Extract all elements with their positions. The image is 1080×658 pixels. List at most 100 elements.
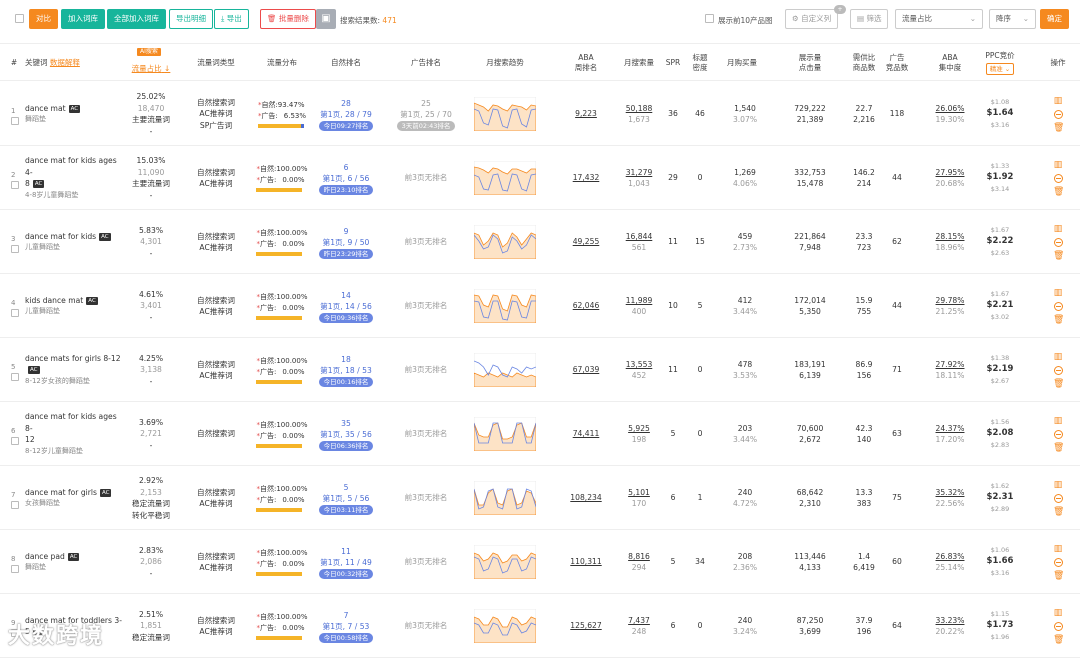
col-traffic-share[interactable]: 流量占比 ↓ [122, 44, 180, 81]
row-checkbox[interactable] [11, 437, 19, 445]
row-checkbox[interactable] [11, 117, 19, 125]
monthly-search[interactable]: 50,188 [626, 103, 653, 115]
show-top10-checkbox[interactable] [705, 14, 714, 23]
data-explain-link[interactable]: 数据解释 [50, 58, 80, 67]
aba-concentration[interactable]: 27.92% [936, 359, 965, 371]
row-checkbox[interactable] [11, 309, 19, 317]
confirm-button[interactable]: 确定 [1040, 9, 1069, 29]
keyword-text[interactable]: dance mat for girls AC [25, 487, 112, 499]
batch-delete-button[interactable]: 🗑 批量删除 [260, 9, 316, 29]
aba-rank[interactable]: 125,627 [570, 620, 601, 632]
ppc-mode-select[interactable]: 精准 ⌄ [985, 62, 1015, 75]
trash-icon[interactable]: 🗑 [1053, 571, 1064, 581]
remove-icon[interactable] [1053, 237, 1063, 247]
trash-icon[interactable]: 🗑 [1053, 635, 1064, 645]
remove-icon[interactable] [1053, 429, 1063, 439]
remove-icon[interactable] [1053, 621, 1063, 631]
remove-icon[interactable] [1053, 109, 1063, 119]
select-all-checkbox[interactable] [15, 14, 24, 23]
aba-rank[interactable]: 62,046 [573, 300, 600, 312]
trash-icon[interactable]: 🗑 [1053, 315, 1064, 325]
natural-rank[interactable]: 5 [344, 482, 349, 494]
row-checkbox[interactable] [11, 373, 19, 381]
aba-rank[interactable]: 67,039 [573, 364, 600, 376]
aba-rank[interactable]: 9,223 [575, 108, 597, 120]
keyword-line: dance mat for kids ages 8- [25, 412, 117, 433]
natural-rank[interactable]: 7 [344, 610, 349, 622]
aba-concentration[interactable]: 29.78% [936, 295, 965, 307]
natural-rank[interactable]: 35 [341, 418, 351, 430]
add-to-library-button[interactable]: 加入词库 [61, 9, 105, 29]
keyword-text[interactable]: dance mat AC [25, 103, 81, 115]
aba-concentration[interactable]: 33.23% [936, 615, 965, 627]
col-keyword[interactable]: 关键词 数据解释 [25, 44, 105, 81]
chart-icon[interactable]: ▥ [1053, 224, 1063, 234]
keyword-text[interactable]: dance pad AC [25, 551, 80, 563]
remove-icon[interactable] [1053, 493, 1063, 503]
sort-order-select[interactable]: 降序 ⌄ [989, 9, 1036, 29]
natural-rank[interactable]: 11 [341, 546, 351, 558]
aba-concentration[interactable]: 35.32% [936, 487, 965, 499]
keyword-text[interactable]: dance mat for kids ages 8- 12 [25, 411, 125, 446]
monthly-search[interactable]: 7,437 [628, 615, 650, 627]
traffic-share-cell: 2.83% 2,086- [122, 530, 180, 594]
remove-icon[interactable] [1053, 301, 1063, 311]
row-checkbox[interactable] [11, 501, 19, 509]
natural-rank[interactable]: 9 [344, 226, 349, 238]
aba-rank[interactable]: 108,234 [570, 492, 601, 504]
trash-icon[interactable]: 🗑 [1053, 123, 1064, 133]
trash-icon[interactable]: 🗑 [1053, 379, 1064, 389]
monthly-search[interactable]: 8,816 [628, 551, 650, 563]
aba-rank[interactable]: 110,311 [570, 556, 601, 568]
keyword-text[interactable]: dance mats for girls 8-12 AC [25, 353, 125, 376]
monthly-search[interactable]: 13,553 [626, 359, 653, 371]
row-checkbox[interactable] [11, 245, 19, 253]
monthly-search[interactable]: 11,989 [626, 295, 653, 307]
aba-concentration[interactable]: 24.37% [936, 423, 965, 435]
remove-icon[interactable] [1053, 557, 1063, 567]
sort-field-select[interactable]: 流量占比 ⌄ [895, 9, 983, 29]
aba-concentration[interactable]: 28.15% [936, 231, 965, 243]
row-checkbox[interactable] [11, 565, 19, 573]
monthly-search[interactable]: 31,279 [626, 167, 653, 179]
chart-icon[interactable]: ▥ [1053, 416, 1063, 426]
aba-rank[interactable]: 49,255 [573, 236, 600, 248]
aba-rank[interactable]: 74,411 [573, 428, 600, 440]
chart-icon[interactable]: ▥ [1053, 544, 1063, 554]
monthly-search[interactable]: 5,925 [628, 423, 650, 435]
chart-icon[interactable]: ▥ [1053, 480, 1063, 490]
add-all-to-library-button[interactable]: 全部加入词库 [107, 9, 166, 29]
natural-rank[interactable]: 18 [341, 354, 351, 366]
natural-rank[interactable]: 6 [344, 162, 349, 174]
trash-icon[interactable]: 🗑 [1053, 507, 1064, 517]
filter-button[interactable]: ▤ 筛选 [850, 9, 889, 29]
keyword-text[interactable]: dance mat for kids AC [25, 231, 111, 243]
trash-icon[interactable]: 🗑 [1053, 187, 1064, 197]
trash-icon[interactable]: 🗑 [1053, 443, 1064, 453]
custom-columns-button[interactable]: ⚙ 自定义列 [785, 9, 839, 29]
natural-rank[interactable]: 28 [341, 98, 351, 110]
natural-rank[interactable]: 14 [341, 290, 351, 302]
chart-icon[interactable]: ▥ [1053, 608, 1063, 618]
aba-concentration[interactable]: 26.83% [936, 551, 965, 563]
row-checkbox[interactable] [11, 181, 19, 189]
chart-icon[interactable]: ▥ [1053, 352, 1063, 362]
export-button[interactable]: ⤓ 导出 [214, 9, 249, 29]
remove-icon[interactable] [1053, 173, 1063, 183]
monthly-search[interactable]: 16,844 [626, 231, 653, 243]
title-density-value: 5 [697, 301, 703, 311]
chart-icon[interactable]: ▥ [1053, 160, 1063, 170]
image-view-button[interactable]: ▣ [316, 9, 336, 29]
aba-concentration[interactable]: 26.06% [936, 103, 965, 115]
compare-button[interactable]: 对比 [29, 9, 58, 29]
export-detail-button[interactable]: 导出明细 [169, 9, 213, 29]
chart-icon[interactable]: ▥ [1053, 96, 1063, 106]
chart-icon[interactable]: ▥ [1053, 288, 1063, 298]
keyword-text[interactable]: kids dance mat AC [25, 295, 98, 307]
keyword-text[interactable]: dance mat for kids ages 4- 8 AC [25, 155, 125, 190]
monthly-search[interactable]: 5,101 [628, 487, 650, 499]
trash-icon[interactable]: 🗑 [1053, 251, 1064, 261]
remove-icon[interactable] [1053, 365, 1063, 375]
aba-rank[interactable]: 17,432 [573, 172, 600, 184]
aba-concentration[interactable]: 27.95% [936, 167, 965, 179]
